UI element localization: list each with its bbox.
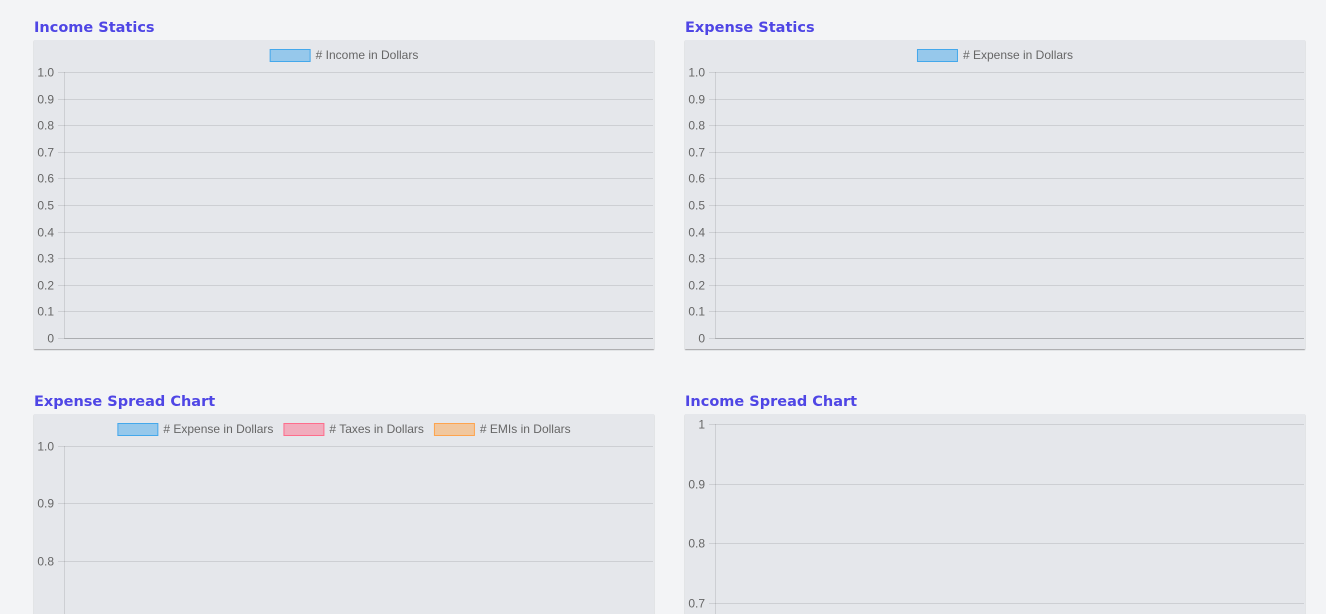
y-tick-label: 0.1 [688,305,705,319]
y-tick-label: 0.4 [688,226,705,240]
y-tick-label: 0.6 [37,172,54,186]
y-tick-label: 1.0 [688,66,705,80]
y-tick-label: 0.8 [37,119,54,133]
chart-title: Expense Spread Chart [34,394,216,410]
y-tick-label: 1.0 [37,66,54,80]
y-tick-label: 0.7 [688,597,705,611]
expense-statics-chart: # Expense in Dollars 1.0 0.9 0.8 0.7 0.6 0.5 0.… [688,48,1304,346]
chart-area: 1 0.9 0.8 0.7 [685,414,1305,614]
chart-area: # Expense in Dollars # Taxes in Dollars # … [34,414,654,614]
y-tick-label: 1 [698,418,705,432]
y-tick-label: 0.3 [688,252,705,266]
y-tick-label: 0.3 [37,252,54,266]
legend-swatch [117,423,159,436]
legend-swatch [269,49,311,62]
y-tick-label: 0 [47,332,54,346]
y-tick-label: 0.1 [37,305,54,319]
y-tick-label: 0.8 [688,119,705,133]
y-tick-label: 0.2 [688,279,705,293]
y-tick-label: 0.9 [688,478,705,492]
legend-label: # Income in Dollars [316,48,419,62]
y-tick-label: 0.8 [688,537,705,551]
chart-area: # Income in Dollars 1.0 0.9 0.8 0.7 0.6 0.5 0.4… [34,40,654,349]
expense-spread-chart: # Expense in Dollars # Taxes in Dollars # … [37,422,653,614]
y-tick-label: 0.6 [688,172,705,186]
legend-label: # EMIs in Dollars [480,422,571,436]
y-tick-label: 0.2 [37,279,54,293]
legend-swatch [433,423,475,436]
y-tick-label: 0.9 [688,93,705,107]
income-spread-chart: 1 0.9 0.8 0.7 [688,418,1304,614]
y-tick-label: 0.9 [37,93,54,107]
legend-label: # Expense in Dollars [163,422,273,436]
income-statics-chart: # Income in Dollars 1.0 0.9 0.8 0.7 0.6 0.5 0.4… [37,48,653,346]
y-tick-label: 1.0 [37,440,54,454]
legend-label: # Expense in Dollars [963,48,1073,62]
expense-statics-panel: Expense Statics # Expense in Dollars 1.0 0… [685,19,1305,354]
legend-swatch [283,423,325,436]
income-statics-panel: Income Statics # Income in Dollars 1.0 0.9… [34,19,654,354]
y-tick-label: 0.7 [37,146,54,160]
y-tick-label: 0.5 [37,199,54,213]
y-tick-label: 0.9 [37,497,54,511]
y-tick-label: 0.8 [37,555,54,569]
legend-label: # Taxes in Dollars [329,422,424,436]
chart-title: Expense Statics [685,20,815,36]
chart-area: # Expense in Dollars 1.0 0.9 0.8 0.7 0.6 0.5 0.… [685,40,1305,349]
y-tick-label: 0.4 [37,226,54,240]
legend-swatch [916,49,958,62]
y-tick-label: 0.5 [688,199,705,213]
chart-title: Income Statics [34,20,155,36]
y-tick-label: 0 [698,332,705,346]
expense-spread-panel: Expense Spread Chart # Expense in Dollar… [34,393,654,614]
y-tick-label: 0.7 [688,146,705,160]
income-spread-panel: Income Spread Chart 1 0.9 0.8 0.7 [685,393,1305,614]
chart-title: Income Spread Chart [685,394,858,410]
